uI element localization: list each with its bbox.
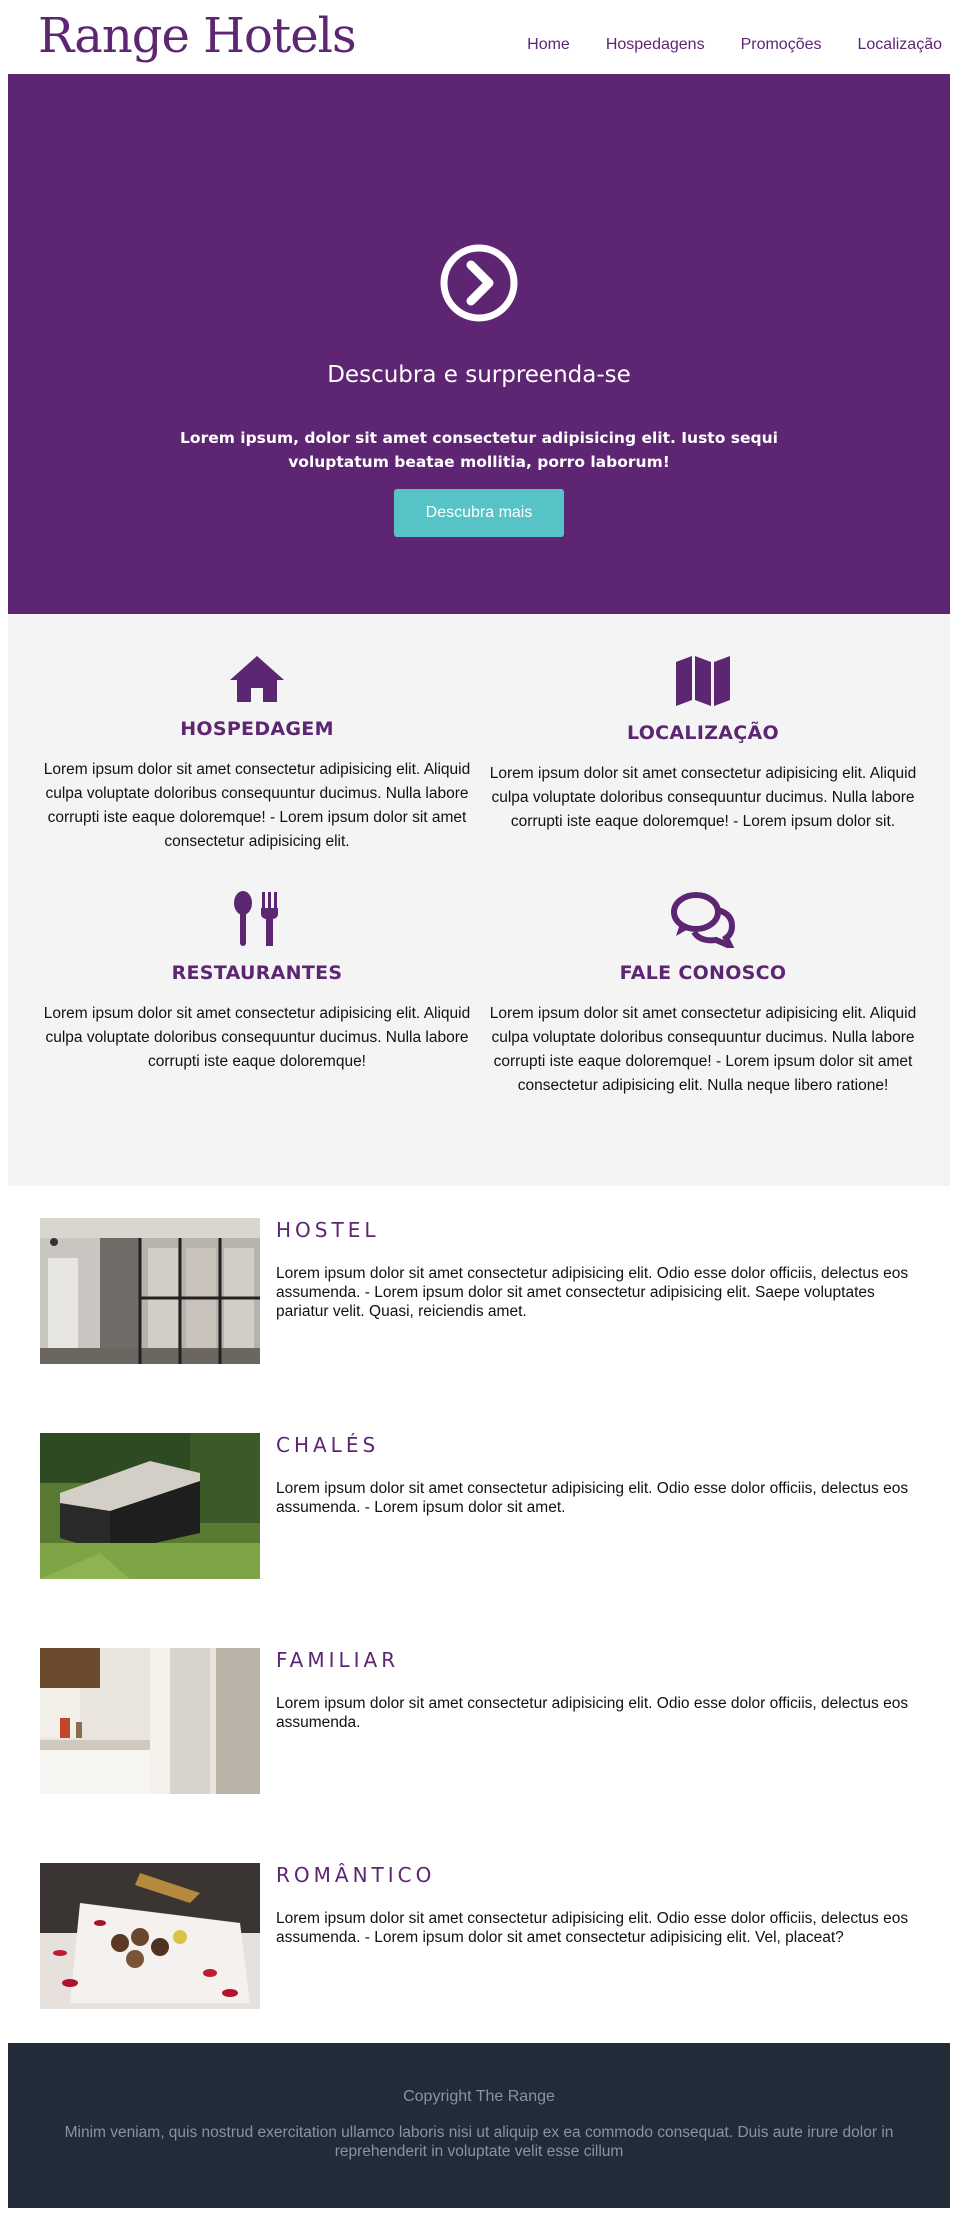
room-image-romantico[interactable] <box>40 1863 260 2009</box>
home-icon <box>230 656 284 702</box>
room-image-chales[interactable] <box>40 1433 260 1579</box>
service-title: RESTAURANTES <box>171 962 343 984</box>
chevron-circle-right-icon <box>440 244 518 322</box>
nav-link-hospedagens[interactable]: Hospedagens <box>606 36 705 54</box>
service-text: Lorem ipsum dolor sit amet consectetur a… <box>489 1005 917 1094</box>
room-text: Lorem ipsum dolor sit amet consectetur a… <box>276 1265 909 1320</box>
service-title: HOSPEDAGEM <box>180 718 334 740</box>
room-title: CHALÉS <box>276 1433 380 1457</box>
room-text: Lorem ipsum dolor sit amet consectetur a… <box>276 1695 909 1731</box>
site-logo[interactable]: Range Hotels <box>38 12 357 60</box>
room-familiar: FAMILIAR Lorem ipsum dolor sit amet cons… <box>40 1648 940 1794</box>
service-title: FALE CONOSCO <box>619 962 787 984</box>
room-title: ROMÂNTICO <box>276 1863 436 1887</box>
nav-link-promocoes[interactable]: Promoções <box>741 36 822 54</box>
hero-text: Lorem ipsum, dolor sit amet consectetur … <box>180 429 778 471</box>
room-image-familiar[interactable] <box>40 1648 260 1794</box>
service-localizacao: LOCALIZAÇÃO Lorem ipsum dolor sit amet c… <box>483 654 923 834</box>
room-text: Lorem ipsum dolor sit amet consectetur a… <box>276 1480 909 1516</box>
copyright-text: Copyright The Range <box>403 2088 555 2105</box>
footer-text: Minim veniam, quis nostrud exercitation … <box>64 2124 894 2160</box>
room-hostel: HOSTEL Lorem ipsum dolor sit amet consec… <box>40 1218 940 1364</box>
service-text: Lorem ipsum dolor sit amet consectetur a… <box>489 765 917 830</box>
utensils-icon <box>234 891 278 946</box>
hero-banner: Descubra e surpreenda-se Lorem ipsum, do… <box>8 74 950 614</box>
room-title: HOSTEL <box>276 1218 380 1242</box>
site-footer: Copyright The Range Minim veniam, quis n… <box>8 2043 950 2208</box>
service-restaurantes: RESTAURANTES Lorem ipsum dolor sit amet … <box>37 890 477 1074</box>
main-nav: Home Hospedagens Promoções Localização <box>491 36 942 54</box>
comments-icon <box>671 892 736 948</box>
room-text: Lorem ipsum dolor sit amet consectetur a… <box>276 1910 909 1946</box>
service-hospedagem: HOSPEDAGEM Lorem ipsum dolor sit amet co… <box>37 654 477 854</box>
room-image-hostel[interactable] <box>40 1218 260 1364</box>
services-section: HOSPEDAGEM Lorem ipsum dolor sit amet co… <box>8 614 950 1186</box>
discover-more-button[interactable]: Descubra mais <box>394 489 564 537</box>
service-text: Lorem ipsum dolor sit amet consectetur a… <box>43 1005 471 1070</box>
hero-title: Descubra e surpreenda-se <box>327 362 631 388</box>
room-romantico: ROMÂNTICO Lorem ipsum dolor sit amet con… <box>40 1863 940 2009</box>
nav-link-localizacao[interactable]: Localização <box>858 36 943 54</box>
map-icon <box>676 656 730 706</box>
room-title: FAMILIAR <box>276 1648 400 1672</box>
site-header: Range Hotels Home Hospedagens Promoções … <box>0 0 958 74</box>
nav-link-home[interactable]: Home <box>527 36 570 54</box>
service-title: LOCALIZAÇÃO <box>627 722 779 744</box>
room-chales: CHALÉS Lorem ipsum dolor sit amet consec… <box>40 1433 940 1579</box>
service-text: Lorem ipsum dolor sit amet consectetur a… <box>43 761 471 850</box>
service-fale-conosco: FALE CONOSCO Lorem ipsum dolor sit amet … <box>483 890 923 1098</box>
